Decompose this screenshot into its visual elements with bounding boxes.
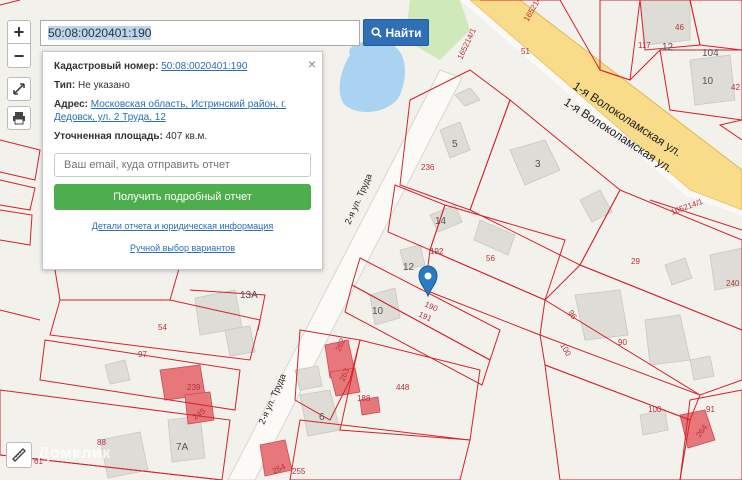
parcel-number: 90 (618, 338, 627, 347)
house-number: 10 (702, 76, 714, 87)
parcel-number: 42 (731, 83, 740, 92)
ruler-icon (12, 448, 26, 462)
parcel-number: 448 (396, 383, 410, 392)
area-label: Уточненная площадь: (54, 131, 163, 142)
house-number: 104 (702, 48, 719, 59)
parcel-number: 29 (631, 257, 640, 266)
close-icon: × (307, 56, 316, 72)
cadastral-row: Кадастровый номер: 50:08:0020401:190 (54, 60, 311, 73)
parcel-number: 54 (158, 323, 167, 332)
area-value: 407 кв.м. (165, 131, 208, 142)
parcel-number: 255 (292, 467, 306, 476)
get-report-button[interactable]: Получить подробный отчет (54, 184, 311, 210)
house-number: 6 (319, 412, 325, 423)
watermark-logo: Домклик (38, 445, 111, 462)
printer-icon (13, 112, 25, 125)
parcel-number: 117 (638, 41, 651, 50)
zoom-out-button[interactable]: − (7, 44, 31, 68)
parcel-number: 97 (138, 350, 147, 359)
details-link-row: Детали отчета и юридическая информация (54, 221, 311, 231)
address-link[interactable]: Московская область, Истринский район, г.… (54, 99, 286, 123)
search-icon (370, 27, 382, 38)
parcel-number: 240 (726, 279, 740, 288)
parcel-number: 91 (706, 405, 715, 414)
cadastral-label: Кадастровый номер: (54, 61, 159, 72)
house-number: 12 (403, 262, 415, 273)
house-number: 5 (452, 139, 458, 150)
parcel-number: 188 (357, 394, 371, 403)
house-number: 14 (435, 216, 447, 227)
zoom-in-button[interactable]: + (7, 20, 31, 44)
details-link[interactable]: Детали отчета и юридическая информация (92, 221, 273, 231)
address-label: Адрес: (54, 99, 88, 110)
pond (339, 40, 405, 113)
house-number: 3 (535, 159, 541, 170)
type-value: Не указано (78, 80, 130, 91)
close-popup-button[interactable]: × (308, 56, 316, 72)
parcel-number: 51 (521, 47, 530, 56)
manual-link-row: Ручной выбор вариантов (54, 243, 311, 253)
parcel-info-popup: × Кадастровый номер: 50:08:0020401:190 Т… (42, 51, 323, 270)
email-field[interactable] (54, 153, 311, 177)
search-input-value: 50:08:0020401:190 (48, 26, 152, 40)
parcel-number: 236 (421, 163, 435, 172)
parcel-number: 46 (675, 23, 684, 32)
search-button[interactable]: Найти (363, 19, 429, 46)
parcel-number: 100 (648, 405, 662, 414)
type-label: Тип: (54, 80, 76, 91)
parcel-number: 239 (187, 383, 201, 392)
get-report-label: Получить подробный отчет (113, 191, 252, 203)
measure-button[interactable] (6, 442, 32, 468)
area-row: Уточненная площадь: 407 кв.м. (54, 130, 311, 143)
print-button[interactable] (7, 106, 31, 130)
house-number: 12 (662, 42, 674, 53)
fullscreen-button[interactable] (7, 77, 31, 101)
search-input[interactable]: 50:08:0020401:190 (40, 20, 360, 46)
house-number: 10 (372, 306, 384, 317)
cadastral-link[interactable]: 50:08:0020401:190 (161, 61, 247, 72)
house-number: 13А (240, 290, 258, 301)
expand-icon (13, 83, 25, 95)
parcel-number: 56 (486, 254, 495, 263)
type-row: Тип: Не указано (54, 79, 311, 92)
address-row: Адрес: Московская область, Истринский ра… (54, 98, 311, 124)
house-number: 7А (176, 442, 189, 453)
search-button-label: Найти (385, 25, 422, 40)
manual-select-link[interactable]: Ручной выбор вариантов (130, 243, 235, 253)
parcel-number: 192 (430, 247, 444, 256)
